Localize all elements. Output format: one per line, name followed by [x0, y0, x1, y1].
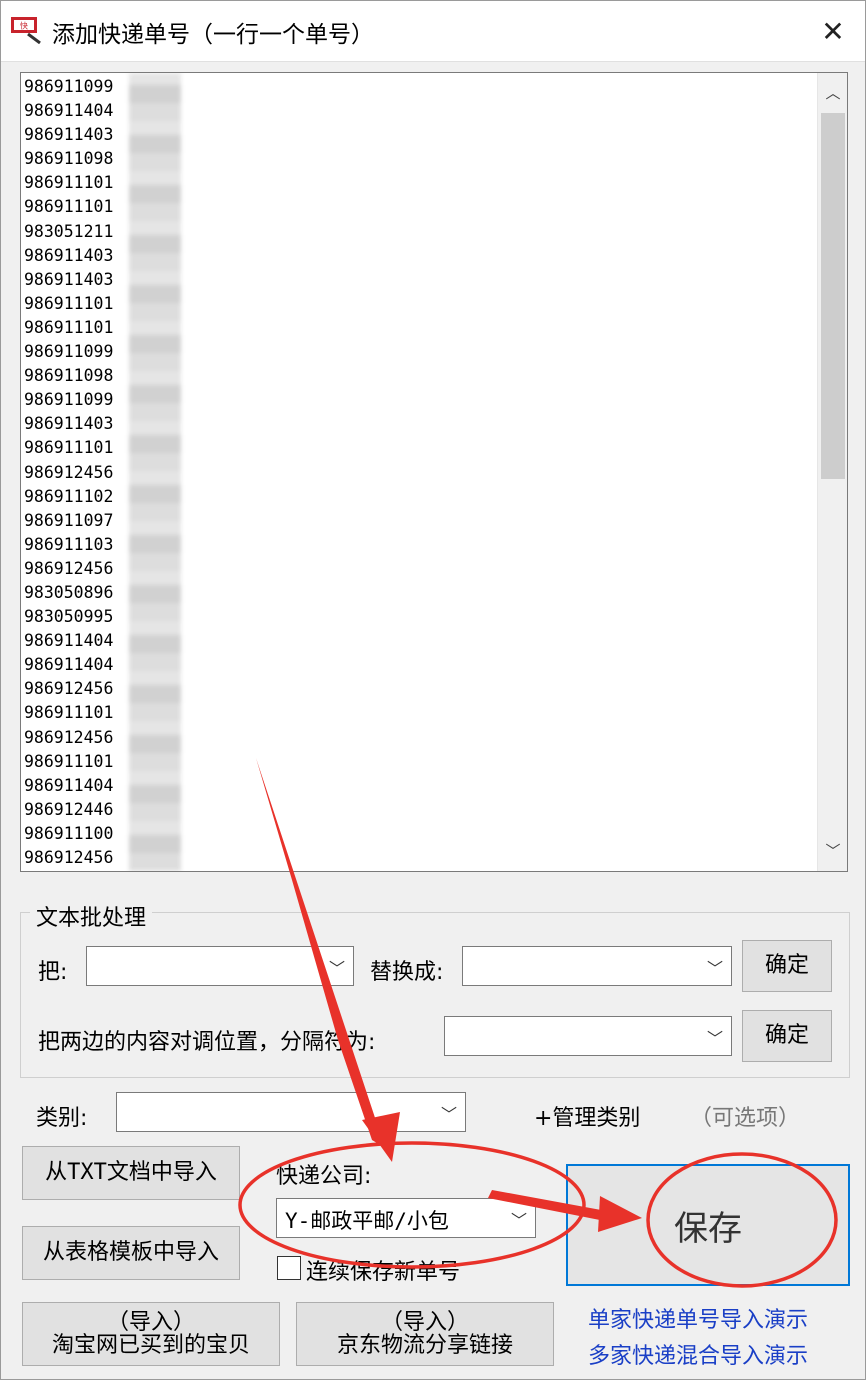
close-icon: ✕ [821, 14, 845, 48]
tracking-number-line: 986911403 [24, 245, 114, 265]
app-logo-icon: 快 [10, 14, 42, 45]
close-button[interactable]: ✕ [808, 10, 858, 52]
from-label: 把: [38, 960, 68, 985]
tracking-number-line: 986911404 [24, 631, 114, 651]
import-taobao-button[interactable]: （导入） 淘宝网已买到的宝贝 [22, 1302, 280, 1366]
tracking-number-line: 986911101 [24, 173, 114, 193]
replace-combo[interactable]: ﹀ [462, 946, 732, 986]
tracking-number-line: 986911101 [24, 751, 114, 771]
import-txt-button[interactable]: 从TXT文档中导入 [22, 1146, 240, 1200]
courier-value: Y-邮政平邮/小包 [285, 1209, 449, 1233]
tracking-number-line: 986911101 [24, 438, 114, 458]
tracking-number-line: 986911101 [24, 197, 114, 217]
chevron-down-icon: ﹀ [706, 959, 723, 978]
tracking-number-line: 986911098 [24, 149, 114, 169]
optional-hint: （可选项） [690, 1106, 801, 1131]
chevron-down-icon: ﹀ [440, 1105, 457, 1124]
tracking-number-line: 986911097 [24, 510, 114, 530]
tracking-number-line: 986912456 [24, 727, 114, 747]
tracking-number-line: 983051211 [24, 221, 114, 241]
tracking-number-line: 986911404 [24, 655, 114, 675]
tracking-number-textarea[interactable]: 986911099 986911404 986911403 986911098 9869… [20, 72, 848, 872]
tracking-number-line: 986911100 [24, 823, 114, 843]
import-template-button[interactable]: 从表格模板中导入 [22, 1226, 240, 1280]
courier-combo[interactable]: Y-邮政平邮/小包 ﹀ [276, 1198, 536, 1238]
continuous-save-checkbox[interactable] [277, 1256, 301, 1280]
manage-category-link[interactable]: +管理类别 [534, 1100, 640, 1132]
redacted-blur [129, 73, 181, 871]
from-combo[interactable]: ﹀ [86, 946, 354, 986]
tracking-number-line: 986912446 [24, 799, 114, 819]
swap-label: 把两边的内容对调位置，分隔符为: [38, 1030, 376, 1055]
scroll-down-icon[interactable]: ﹀ [818, 833, 847, 867]
single-courier-demo-link[interactable]: 单家快递单号导入演示 [588, 1302, 808, 1334]
courier-label: 快递公司: [276, 1164, 372, 1189]
tracking-number-line: 986911404 [24, 101, 114, 121]
tracking-number-line: 986911101 [24, 293, 114, 313]
tracking-number-line: 986912456 [24, 558, 114, 578]
tracking-number-line: 986911403 [24, 125, 114, 145]
window-title: 添加快递单号（一行一个单号） [52, 22, 374, 48]
confirm-replace-button[interactable]: 确定 [742, 940, 832, 992]
tracking-number-line: 986911101 [24, 317, 114, 337]
tracking-number-line: 983050896 [24, 582, 114, 602]
chevron-down-icon: ﹀ [510, 1211, 527, 1230]
title-bar: 快 添加快递单号（一行一个单号） ✕ [0, 0, 866, 62]
tracking-number-line: 986911103 [24, 534, 114, 554]
confirm-swap-button[interactable]: 确定 [742, 1010, 832, 1062]
category-combo[interactable]: ﹀ [116, 1092, 466, 1132]
svg-text:快: 快 [20, 21, 28, 31]
tracking-number-line: 986911102 [24, 486, 114, 506]
scroll-up-icon[interactable]: ︿ [818, 75, 847, 109]
scroll-thumb[interactable] [821, 113, 845, 479]
tracking-number-list: 986911099 986911404 986911403 986911098 9869… [24, 75, 113, 870]
batch-group-title: 文本批处理 [30, 900, 153, 932]
tracking-number-line: 986912456 [24, 462, 114, 482]
save-button[interactable]: 保存 [566, 1164, 850, 1286]
vertical-scrollbar[interactable]: ︿ ﹀ [817, 73, 847, 871]
tracking-number-line: 986912456 [24, 848, 114, 867]
category-label: 类别: [36, 1106, 88, 1131]
tracking-number-line: 986911403 [24, 414, 114, 434]
chevron-down-icon: ﹀ [328, 959, 345, 978]
tracking-number-line: 986911101 [24, 703, 114, 723]
separator-combo[interactable]: ﹀ [444, 1016, 732, 1056]
continuous-save-label: 连续保存新单号 [306, 1260, 461, 1285]
tracking-number-line: 986911404 [24, 775, 114, 795]
tracking-number-line: 986911099 [24, 342, 114, 362]
tracking-number-line: 983050995 [24, 607, 114, 627]
chevron-down-icon: ﹀ [706, 1029, 723, 1048]
tracking-number-line: 986911098 [24, 366, 114, 386]
tracking-number-line: 986911403 [24, 269, 114, 289]
tracking-number-line: 986911099 [24, 77, 114, 96]
tracking-number-line: 986911099 [24, 390, 114, 410]
replace-label: 替换成: [370, 960, 444, 985]
multi-courier-demo-link[interactable]: 多家快递混合导入演示 [588, 1338, 808, 1370]
import-jd-button[interactable]: （导入） 京东物流分享链接 [296, 1302, 554, 1366]
tracking-number-line: 986912456 [24, 679, 114, 699]
